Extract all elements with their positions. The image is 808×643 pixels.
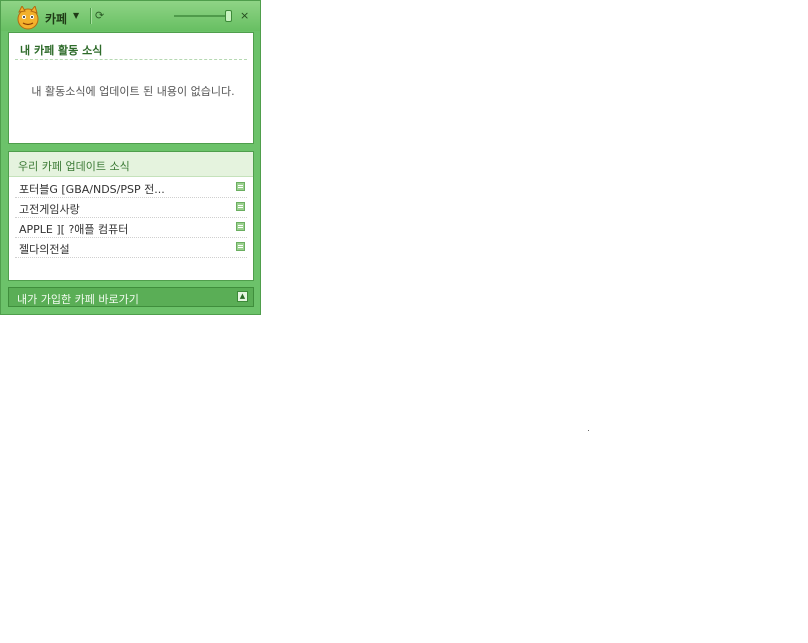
list-item-label[interactable]: 젤다의전설 bbox=[19, 241, 70, 257]
refresh-icon[interactable]: ⟳ bbox=[95, 9, 104, 22]
list-item[interactable]: 젤다의전설 bbox=[15, 238, 247, 258]
divider bbox=[15, 59, 247, 60]
list-item[interactable]: 고전게임사랑 bbox=[15, 198, 247, 218]
activity-title: 내 카페 활동 소식 bbox=[20, 44, 103, 57]
list-item[interactable]: APPLE ][ ?애플 컴퓨터 bbox=[15, 218, 247, 238]
updates-header: 우리 카페 업데이트 소식 bbox=[9, 152, 253, 177]
cafe-mascot-logo-icon bbox=[17, 6, 39, 30]
updates-list: 포터블G [GBA/NDS/PSP 전... 고전게임사랑 APPLE ][ ?… bbox=[9, 178, 253, 258]
chevron-down-icon[interactable]: ▼ bbox=[73, 11, 79, 20]
updates-title: 우리 카페 업데이트 소식 bbox=[18, 160, 130, 173]
activity-panel: 내 카페 활동 소식 내 활동소식에 업데이트 된 내용이 없습니다. bbox=[8, 32, 254, 144]
list-item-label[interactable]: APPLE ][ ?애플 컴퓨터 bbox=[19, 221, 128, 237]
joined-cafes-label[interactable]: 내가 가입한 카페 바로가기 bbox=[17, 291, 139, 307]
list-item-label[interactable]: 포터블G [GBA/NDS/PSP 전... bbox=[19, 181, 165, 197]
stray-pixel bbox=[588, 430, 589, 431]
title-bar[interactable]: 카페 ▼ ⟳ × bbox=[1, 1, 260, 31]
joined-cafes-bar[interactable]: 내가 가입한 카페 바로가기 ▲ bbox=[8, 287, 254, 307]
list-icon[interactable] bbox=[236, 222, 245, 231]
updates-panel: 우리 카페 업데이트 소식 포터블G [GBA/NDS/PSP 전... 고전게… bbox=[8, 151, 254, 281]
list-icon[interactable] bbox=[236, 182, 245, 191]
close-icon[interactable]: × bbox=[240, 9, 249, 22]
activity-empty-message: 내 활동소식에 업데이트 된 내용이 없습니다. bbox=[31, 85, 235, 98]
list-icon[interactable] bbox=[236, 202, 245, 211]
list-item-label[interactable]: 고전게임사랑 bbox=[19, 201, 80, 217]
cafe-widget: 카페 ▼ ⟳ × 내 카페 활동 소식 내 활동소식에 업데이트 된 내용이 없… bbox=[0, 0, 261, 315]
volume-slider-track[interactable] bbox=[174, 15, 232, 17]
volume-slider-handle[interactable] bbox=[225, 10, 232, 22]
divider bbox=[90, 8, 92, 24]
app-title[interactable]: 카페 bbox=[45, 10, 67, 27]
expand-up-icon[interactable]: ▲ bbox=[237, 291, 248, 302]
list-item[interactable]: 포터블G [GBA/NDS/PSP 전... bbox=[15, 178, 247, 198]
list-icon[interactable] bbox=[236, 242, 245, 251]
